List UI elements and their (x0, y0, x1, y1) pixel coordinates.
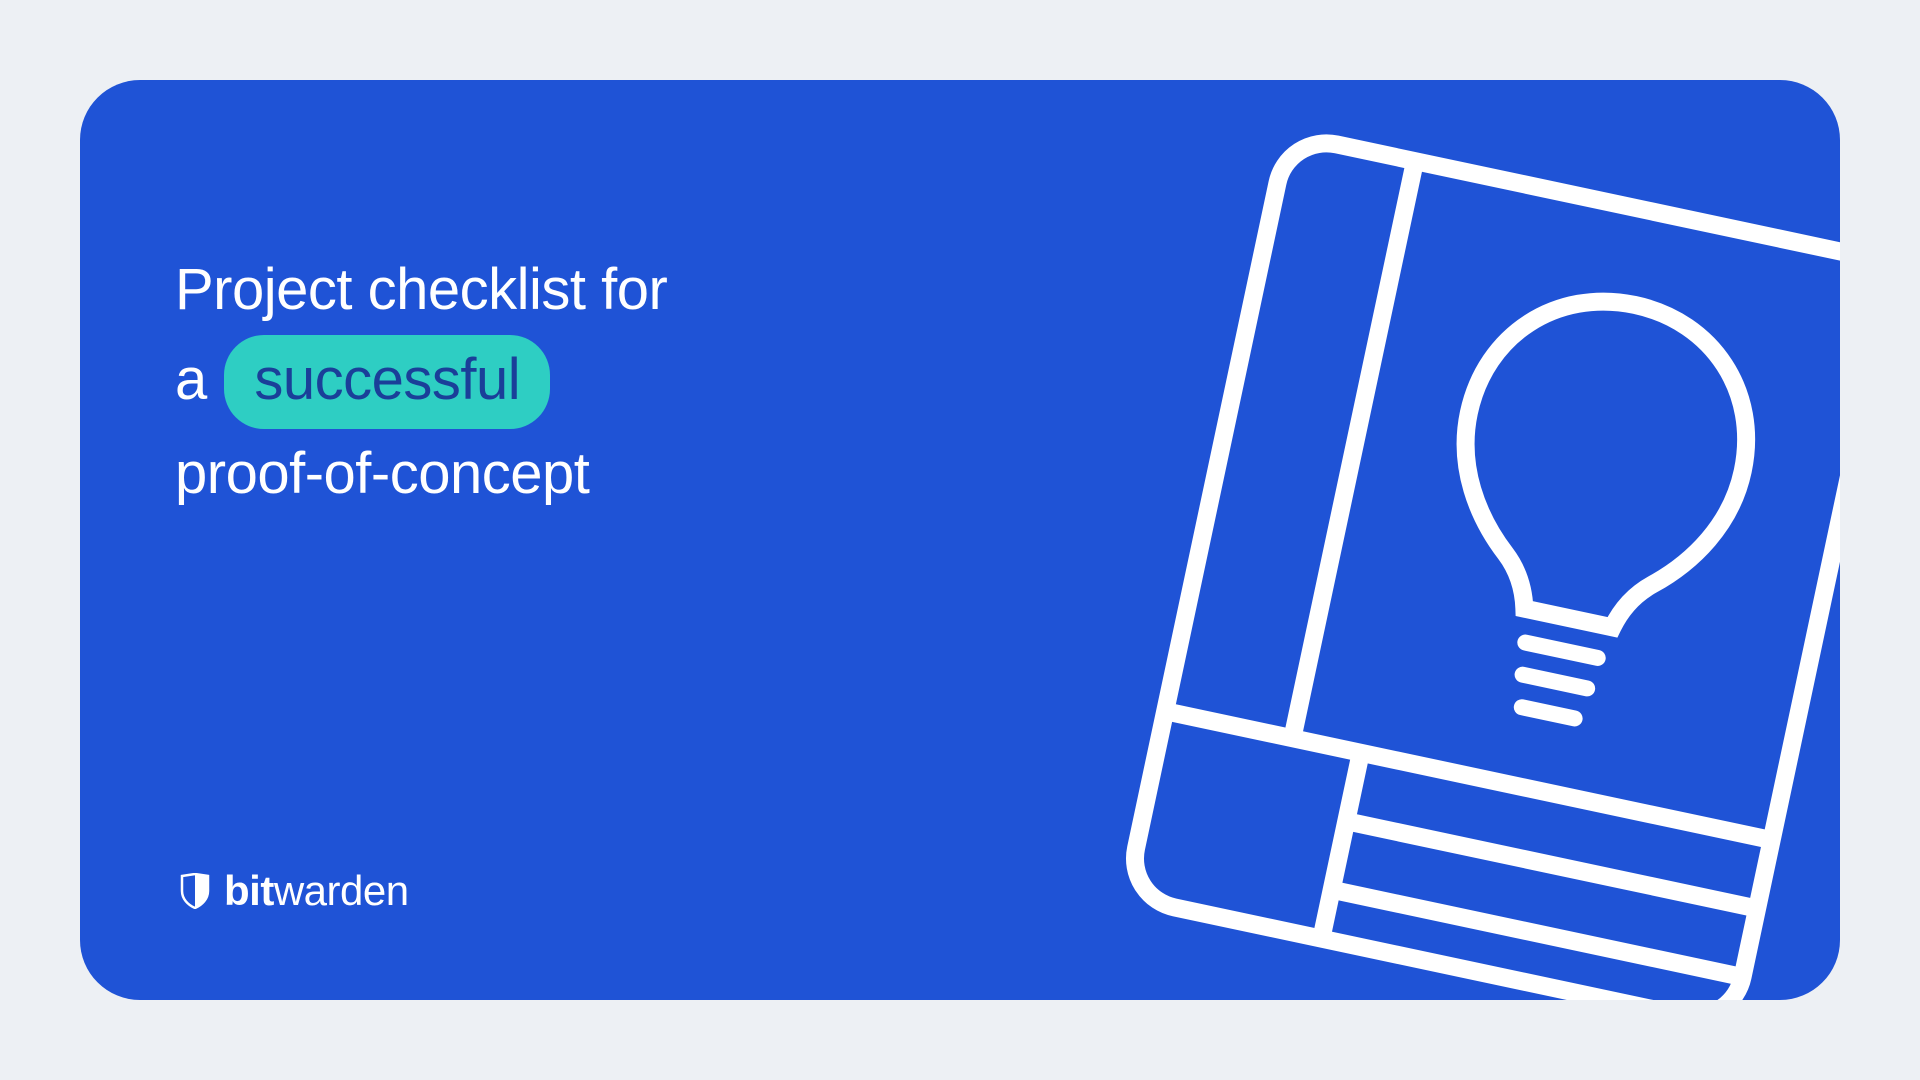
brand-name: bitwarden (224, 867, 409, 915)
notebook-lightbulb-icon (1060, 130, 1840, 1000)
shield-icon (180, 873, 210, 909)
heading-highlight: successful (224, 335, 550, 429)
heading-line-3: proof-of-concept (175, 429, 667, 519)
heading-line-1: Project checklist for (175, 245, 667, 335)
heading-line-2: a successful (175, 335, 667, 429)
brand-logo: bitwarden (180, 867, 409, 915)
heading: Project checklist for a successful proof… (175, 245, 667, 519)
hero-card: Project checklist for a successful proof… (80, 80, 1840, 1000)
brand-name-bold: bit (224, 867, 274, 914)
heading-line-2-prefix: a (175, 347, 207, 412)
brand-name-rest: warden (274, 867, 409, 914)
